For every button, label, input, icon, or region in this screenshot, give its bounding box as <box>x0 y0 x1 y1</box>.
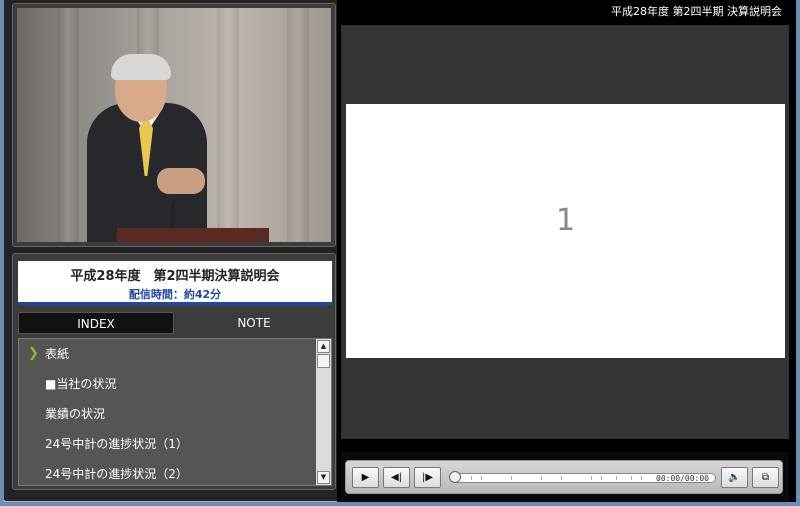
tab-index[interactable]: INDEX <box>18 312 174 334</box>
index-item[interactable]: 業績の状況 <box>19 399 313 429</box>
index-item-label: 業績の状況 <box>45 407 106 421</box>
index-item[interactable]: 24号中計の進捗状況（2） <box>19 459 313 485</box>
video-frame[interactable] <box>17 8 331 242</box>
index-scrollbar[interactable]: ▲ ▼ <box>316 339 331 485</box>
page-title: 平成28年度 第2四半期 決算説明会 <box>611 5 782 18</box>
event-title-card: 平成28年度 第2四半期決算説明会 配信時間：約42分 <box>18 261 332 305</box>
podium <box>117 228 269 242</box>
tab-note[interactable]: NOTE <box>176 312 332 334</box>
index-item[interactable]: 24号中計の進捗状況（1） <box>19 429 313 459</box>
left-panel: 平成28年度 第2四半期決算説明会 配信時間：約42分 INDEX NOTE ❯… <box>4 0 337 500</box>
play-icon[interactable]: ▶ <box>352 467 379 488</box>
index-item-label: ■当社の状況 <box>45 377 117 391</box>
scroll-thumb[interactable] <box>317 354 330 368</box>
slide-number: 1 <box>555 203 576 238</box>
slide: 1 <box>346 104 785 358</box>
player-controls: ▶ ◀​| |▶ 00:00/00:00 🔈 ⧉ <box>345 460 783 494</box>
previous-icon[interactable]: ◀​| <box>383 467 410 488</box>
index-list: ❯ 表紙 ■当社の状況 業績の状況 24号中計の進捗状況（1） 24号中計の進捗… <box>18 338 332 486</box>
volume-icon[interactable]: 🔈 <box>721 467 748 488</box>
index-item[interactable]: ■当社の状況 <box>19 369 313 399</box>
time-display: 00:00/00:00 <box>656 474 709 483</box>
index-item-label: 24号中計の進捗状況（1） <box>45 437 188 451</box>
next-icon[interactable]: |▶ <box>414 467 441 488</box>
chevron-right-icon: ❯ <box>28 346 39 361</box>
video-player[interactable] <box>12 3 336 247</box>
slide-viewer: 1 <box>341 25 789 439</box>
scroll-up-icon[interactable]: ▲ <box>317 340 330 353</box>
index-item-label: 表紙 <box>45 347 70 361</box>
event-duration: 配信時間：約42分 <box>128 288 222 301</box>
popout-icon[interactable]: ⧉ <box>752 467 779 488</box>
scroll-down-icon[interactable]: ▼ <box>317 471 330 484</box>
index-item[interactable]: ❯ 表紙 <box>19 339 313 369</box>
index-item-label: 24号中計の進捗状況（2） <box>45 467 188 481</box>
right-panel: 平成28年度 第2四半期 決算説明会 1 ▶ ◀​| |▶ 00:00/00:0… <box>337 0 796 502</box>
tab-bar: INDEX NOTE <box>18 312 332 334</box>
index-panel: 平成28年度 第2四半期決算説明会 配信時間：約42分 INDEX NOTE ❯… <box>12 253 336 490</box>
seek-handle[interactable] <box>449 471 461 483</box>
event-title: 平成28年度 第2四半期決算説明会 <box>70 269 280 284</box>
